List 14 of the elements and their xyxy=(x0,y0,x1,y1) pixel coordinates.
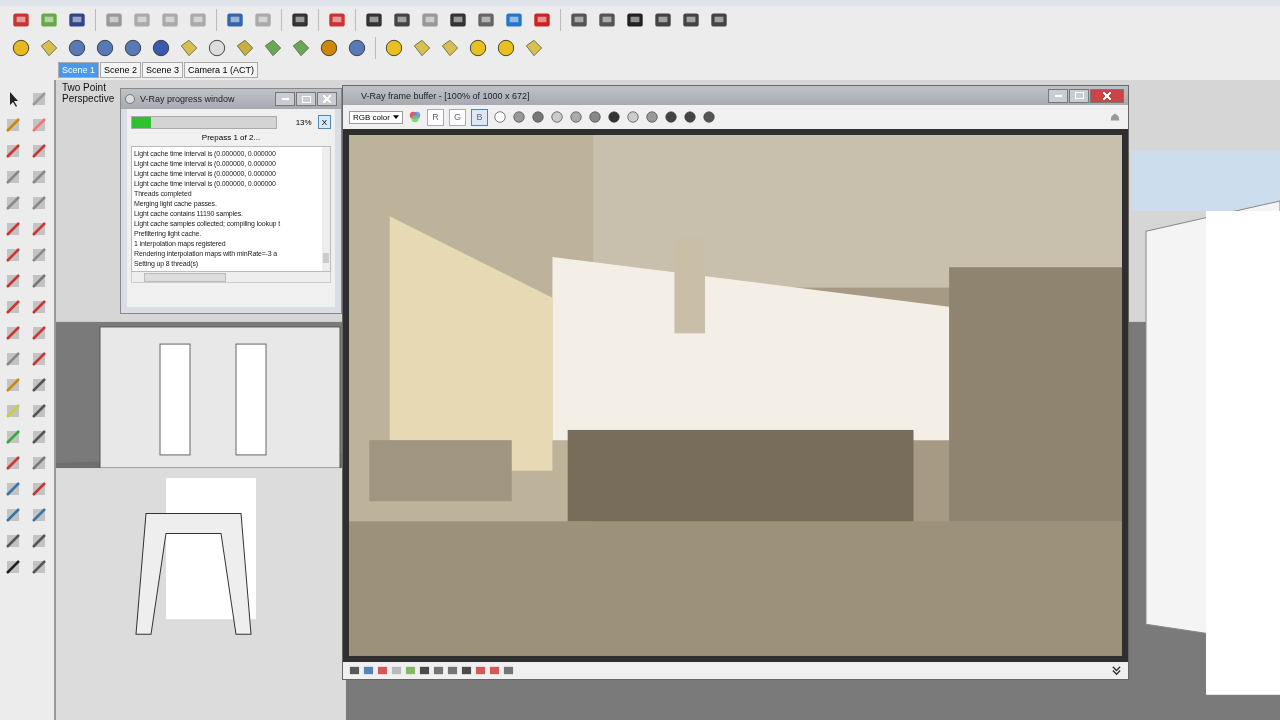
ball-icon[interactable] xyxy=(346,37,368,59)
ball-icon[interactable] xyxy=(495,37,517,59)
ball-icon[interactable] xyxy=(206,37,228,59)
scene-tab[interactable]: Camera 1 (ACT) xyxy=(184,62,259,78)
ball-icon[interactable] xyxy=(122,37,144,59)
ball-icon[interactable] xyxy=(150,37,172,59)
scene-tab[interactable]: Scene 3 xyxy=(142,62,184,78)
ball-icon[interactable] xyxy=(10,37,32,59)
ball-icon[interactable] xyxy=(66,37,88,59)
ball-icon[interactable] xyxy=(467,37,489,59)
scene-tab[interactable]: Scene 2 xyxy=(100,62,142,78)
ball-icon[interactable] xyxy=(94,37,116,59)
ball-icon[interactable] xyxy=(383,37,405,59)
ball-icon[interactable] xyxy=(318,37,340,59)
